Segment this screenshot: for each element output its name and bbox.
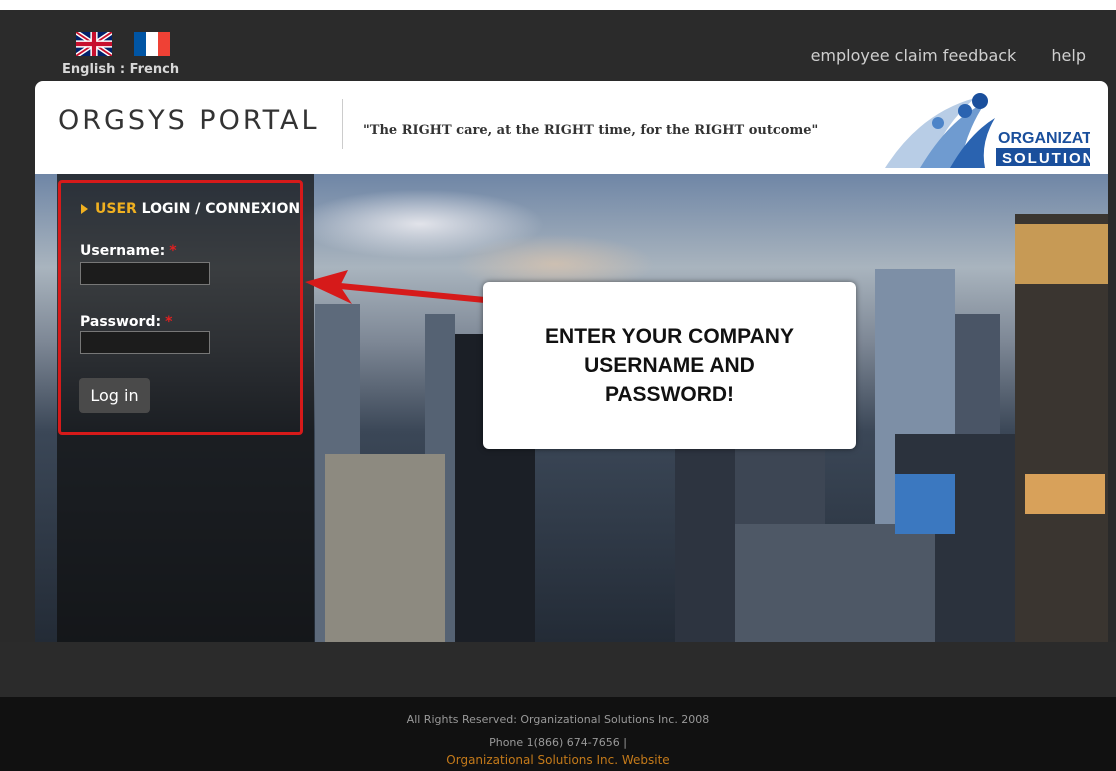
uk-flag-icon[interactable] xyxy=(76,32,112,56)
logo-line1: ORGANIZATIONAL xyxy=(998,130,1090,147)
password-field[interactable] xyxy=(80,331,210,354)
instruction-callout: ENTER YOUR COMPANY USERNAME AND PASSWORD… xyxy=(483,282,856,449)
france-flag-icon[interactable] xyxy=(134,32,170,56)
username-label: Username: * xyxy=(80,243,177,259)
language-label[interactable]: English : French xyxy=(62,62,212,77)
password-label: Password: * xyxy=(80,314,172,330)
login-box: USER LOGIN / CONNEXION Username: * Passwo… xyxy=(58,180,303,435)
logo-line2: SOLUTIONS xyxy=(1002,150,1090,167)
footer-phone: Phone 1(866) 674-7656 | xyxy=(489,736,627,749)
top-navigation-bar: English : French employee claim feedback… xyxy=(0,10,1116,80)
login-heading-user: USER xyxy=(95,201,137,217)
header-divider xyxy=(342,99,343,149)
callout-line1: ENTER YOUR COMPANY xyxy=(545,325,794,348)
required-mark: * xyxy=(169,243,177,259)
login-button[interactable]: Log in xyxy=(79,378,150,413)
required-mark: * xyxy=(165,314,173,330)
login-heading-rest: LOGIN / CONNEXION xyxy=(136,201,301,217)
top-links: employee claim feedback help xyxy=(781,46,1086,65)
callout-line3: PASSWORD! xyxy=(604,383,735,406)
footer-website-link[interactable]: Organizational Solutions Inc. Website xyxy=(0,753,1116,767)
username-label-text: Username: xyxy=(80,243,166,259)
red-arrow-icon xyxy=(305,270,486,304)
tagline: "The RIGHT care, at the RIGHT time, for … xyxy=(363,123,819,138)
password-label-text: Password: xyxy=(80,314,162,330)
footer: All Rights Reserved: Organizational Solu… xyxy=(0,697,1116,771)
username-field[interactable] xyxy=(80,262,210,285)
footer-gap xyxy=(0,642,1116,697)
login-heading: USER LOGIN / CONNEXION xyxy=(81,201,300,217)
portal-header: ORGSYS PORTAL "The RIGHT care, at the RI… xyxy=(35,81,1108,174)
footer-rights: All Rights Reserved: Organizational Solu… xyxy=(406,713,710,726)
triangle-right-icon xyxy=(81,204,88,214)
employee-claim-feedback-link[interactable]: employee claim feedback xyxy=(811,46,1017,65)
page-title: ORGSYS PORTAL xyxy=(58,105,320,136)
callout-text: ENTER YOUR COMPANY USERNAME AND PASSWORD… xyxy=(483,322,856,409)
organizational-solutions-logo: ORGANIZATIONAL SOLUTIONS xyxy=(885,93,1090,168)
callout-line2: USERNAME AND xyxy=(584,354,755,377)
top-white-strip xyxy=(0,0,1116,10)
help-link[interactable]: help xyxy=(1051,46,1086,65)
